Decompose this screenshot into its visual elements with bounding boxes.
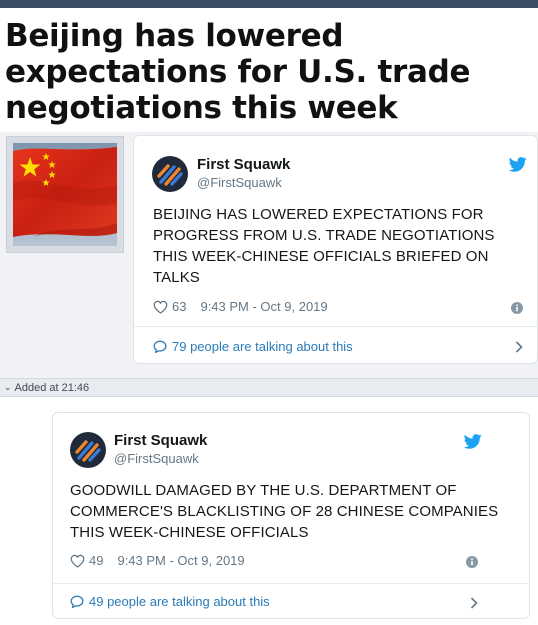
tweet-text: BEIJING HAS LOWERED EXPECTATIONS FOR PRO…	[153, 206, 495, 286]
tweet-author-name[interactable]: First Squawk	[114, 432, 207, 449]
tweet-meta: 63 9:43 PM - Oct 9, 2019	[153, 299, 328, 314]
info-icon[interactable]	[511, 302, 523, 314]
article-headline: Beijing has lowered expectations for U.S…	[5, 18, 471, 126]
first-squawk-avatar[interactable]	[152, 156, 188, 192]
tweet-author-handle[interactable]: @FirstSquawk	[197, 175, 282, 190]
heart-icon[interactable]	[70, 554, 85, 568]
tweet-author-handle[interactable]: @FirstSquawk	[114, 451, 199, 466]
chevron-right-icon[interactable]	[470, 597, 478, 609]
conversation-link[interactable]: 79 people are talking about this	[153, 339, 353, 354]
embedded-tweet[interactable]: First Squawk @FirstSquawk BEIJING HAS LO…	[133, 135, 538, 364]
china-flag-image	[13, 143, 117, 246]
like-count[interactable]: 63	[172, 299, 186, 314]
first-post-section: First Squawk @FirstSquawk BEIJING HAS LO…	[0, 132, 538, 378]
speech-bubble-icon	[153, 340, 167, 353]
heart-icon[interactable]	[153, 300, 168, 314]
top-bar	[0, 0, 538, 8]
added-time-label: Added at 21:46	[14, 381, 90, 394]
like-count[interactable]: 49	[89, 553, 103, 568]
tweet-divider	[53, 583, 529, 584]
embedded-tweet[interactable]: First Squawk @FirstSquawk GOODWILL DAMAG…	[52, 412, 530, 619]
tweet-timestamp[interactable]: 9:43 PM - Oct 9, 2019	[117, 553, 244, 568]
tweet-timestamp[interactable]: 9:43 PM - Oct 9, 2019	[200, 299, 327, 314]
conversation-link-text[interactable]: 79 people are talking about this	[172, 339, 353, 354]
caret-down-icon[interactable]: ⌄	[4, 382, 12, 393]
twitter-bird-icon[interactable]	[509, 157, 527, 172]
tweet-text: GOODWILL DAMAGED BY THE U.S. DEPARTMENT …	[70, 482, 499, 541]
tweet-author-name[interactable]: First Squawk	[197, 156, 290, 173]
first-squawk-avatar[interactable]	[70, 432, 106, 468]
conversation-link[interactable]: 49 people are talking about this	[70, 594, 270, 609]
twitter-bird-icon[interactable]	[464, 434, 482, 449]
live-update-added-strip[interactable]: ⌄ Added at 21:46	[0, 378, 538, 397]
speech-bubble-icon	[70, 595, 84, 608]
chevron-right-icon[interactable]	[515, 341, 523, 353]
info-icon[interactable]	[466, 556, 478, 568]
tweet-meta: 49 9:43 PM - Oct 9, 2019	[70, 553, 245, 568]
conversation-link-text[interactable]: 49 people are talking about this	[89, 594, 270, 609]
china-flag-thumbnail[interactable]	[6, 136, 124, 253]
tweet-divider	[134, 326, 537, 327]
